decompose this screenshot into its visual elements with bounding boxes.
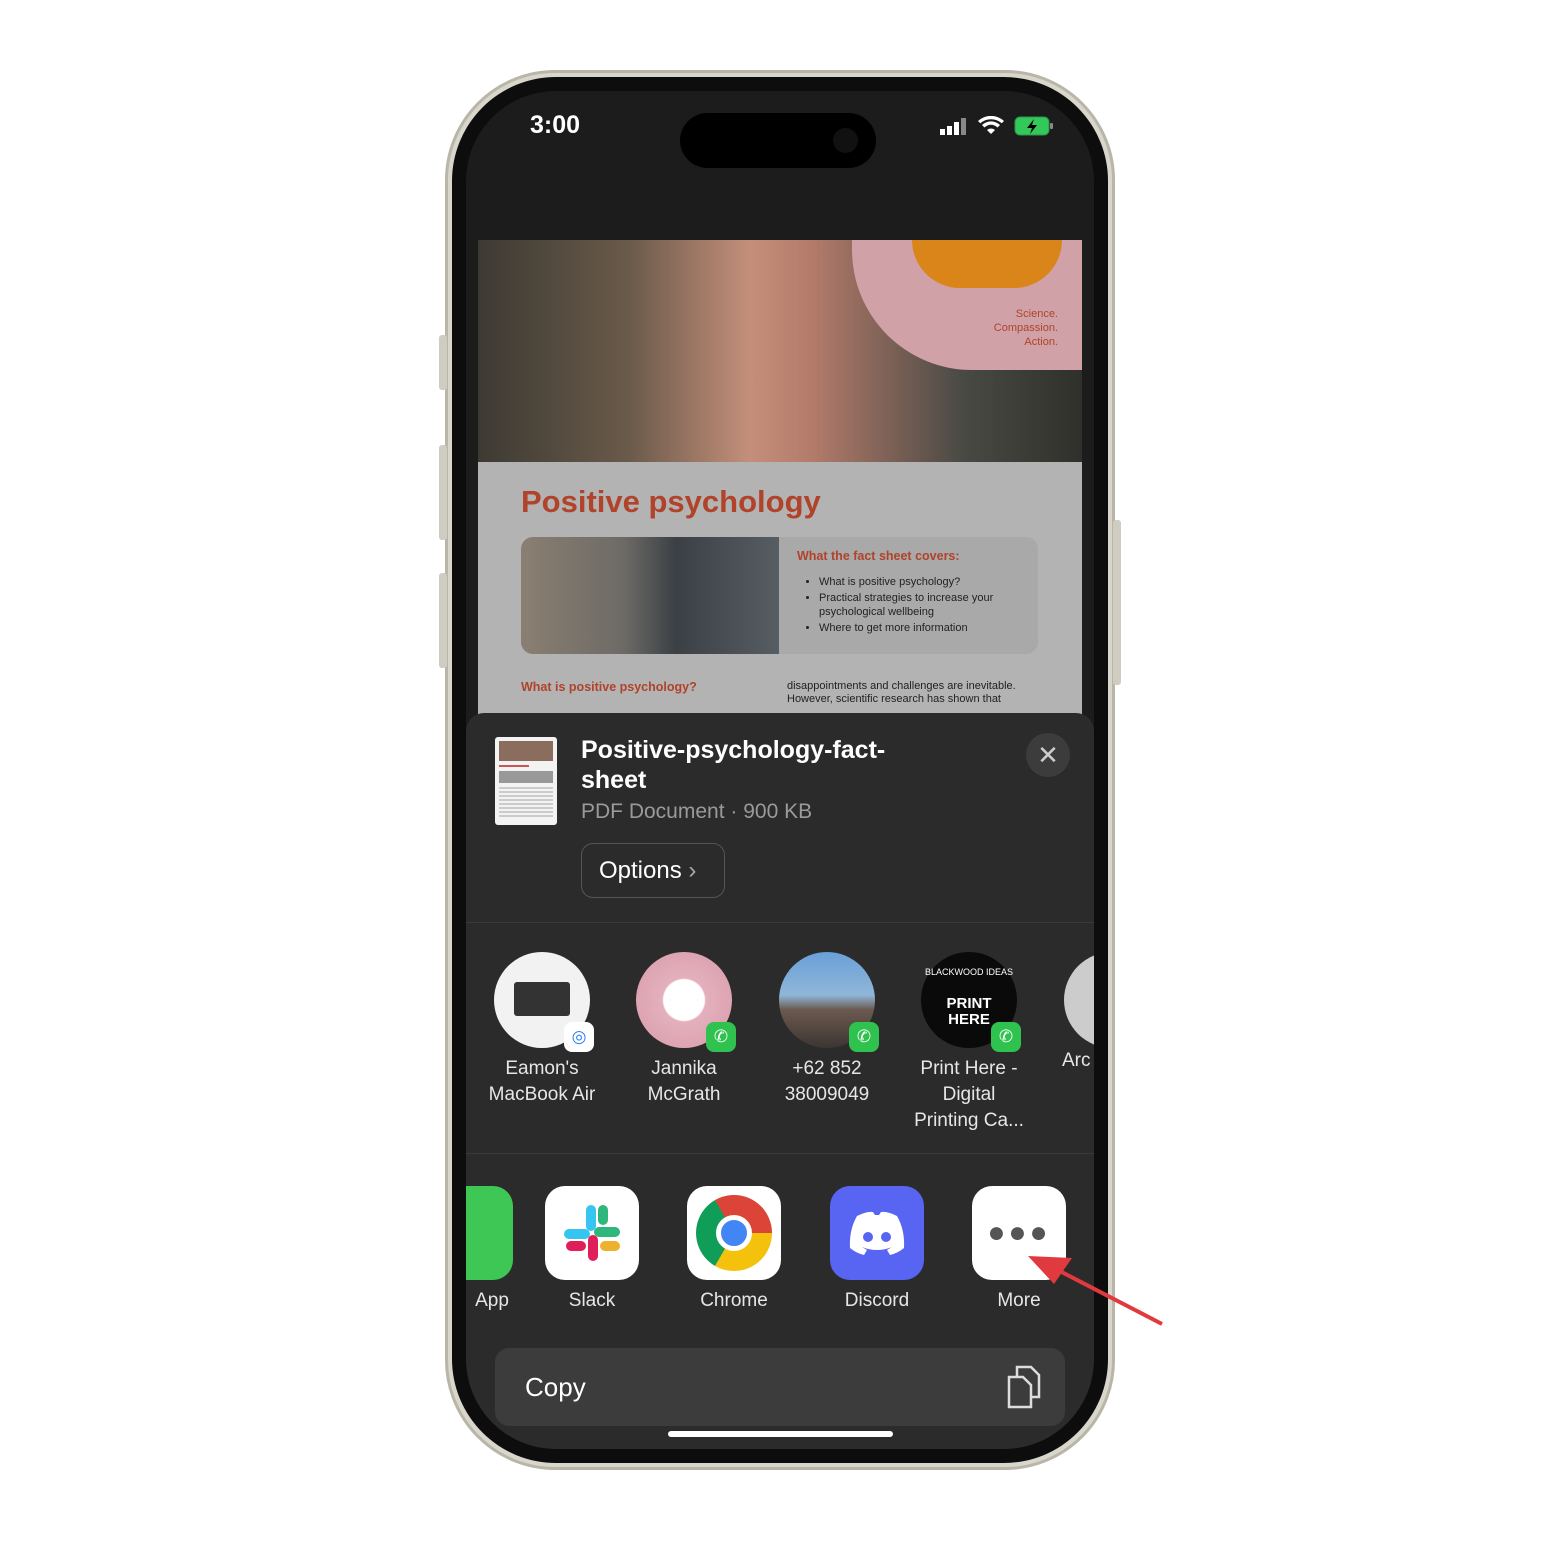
whatsapp-icon [466,1186,513,1280]
avatar: ✆ [636,952,736,1052]
camera-icon [833,128,858,153]
app-label: Chrome [700,1290,768,1311]
copy-action[interactable]: Copy [495,1348,1065,1426]
person-name: Print Here - Digital Printing Ca... [914,1058,1024,1131]
person-name: Eamon's MacBook Air [488,1058,596,1105]
home-indicator[interactable] [668,1431,893,1437]
divider [466,922,1094,923]
pdf-preview[interactable]: Science. Compassion. Action. Positive psyc… [478,240,1082,720]
status-bar: 3:00 [466,91,1094,168]
file-name: Positive-psychology-fact-sheet [581,736,886,794]
whatsapp-icon: ✆ [991,1022,1021,1052]
file-thumbnail [495,737,557,825]
person-name: +62 852 38009049 [784,1058,870,1105]
close-button[interactable]: ✕ [1026,733,1070,777]
options-button[interactable]: Options › [581,843,725,898]
close-icon: ✕ [1037,740,1059,770]
tagline: Science. Compassion. Action. [993,308,1058,348]
discord-icon [830,1186,924,1280]
mute-switch [439,335,447,390]
signal-icon [940,118,966,135]
share-target-arc[interactable]: Arc [1042,952,1094,1074]
document-title: Positive psychology [521,484,821,519]
whatsapp-icon: ✆ [849,1022,879,1052]
app-label: App [475,1290,509,1311]
volume-down-button [439,573,447,668]
person-name: Arc [1062,1050,1091,1071]
app-whatsapp[interactable]: App [466,1186,526,1312]
avatar: ✆ [779,952,879,1052]
section-text: disappointments and challenges are inevi… [787,680,1016,705]
annotation-arrow [1028,1256,1163,1326]
app-label: Discord [844,1290,910,1311]
slack-icon [545,1186,639,1280]
share-target-phone[interactable]: ✆ +62 852 38009049 [757,952,897,1108]
covers-item: Where to get more information [819,621,1019,635]
copy-label: Copy [525,1372,586,1402]
app-slack[interactable]: Slack [532,1186,652,1312]
divider [466,1153,1094,1154]
app-label: Slack [568,1290,616,1311]
wifi-icon [978,116,1004,134]
share-sheet: Positive-psychology-fact-sheet PDF Docum… [466,713,1094,1449]
clock: 3:00 [530,111,581,139]
app-chrome[interactable]: Chrome [674,1186,794,1312]
power-button [1113,520,1121,685]
dynamic-island [680,113,876,168]
app-discord[interactable]: Discord [817,1186,937,1312]
covers-heading: What the fact sheet covers: [797,549,960,563]
airdrop-icon: ◎ [564,1022,594,1052]
person-name: Jannika McGrath [647,1058,721,1105]
options-label: Options [599,857,682,884]
covers-item: Practical strategies to increase your ps… [819,591,1019,619]
share-target-macbook[interactable]: ◎ Eamon's MacBook Air [472,952,612,1108]
volume-up-button [439,445,447,540]
copy-icon [1007,1365,1041,1409]
covers-card: What the fact sheet covers: What is posi… [521,537,1038,654]
avatar: BLACKWOOD IDEAS PRINT HERE ✆ [921,952,1021,1052]
covers-item: What is positive psychology? [819,575,1019,589]
chrome-icon [687,1186,781,1280]
file-meta: PDF Document · 900 KB [581,800,813,823]
avatar: ◎ [494,952,594,1052]
chevron-right-icon: › [688,857,697,884]
share-target-jannika[interactable]: ✆ Jannika McGrath [614,952,754,1108]
share-target-print-here[interactable]: BLACKWOOD IDEAS PRINT HERE ✆ Print Here - D… [899,952,1039,1134]
screen: 3:00 Science. Compassion. Action. Positive… [466,91,1094,1449]
avatar [1064,952,1094,1048]
section-heading: What is positive psychology? [521,680,697,694]
whatsapp-icon: ✆ [706,1022,736,1052]
man-photo [521,537,779,654]
battery-charging-icon [1014,116,1053,136]
